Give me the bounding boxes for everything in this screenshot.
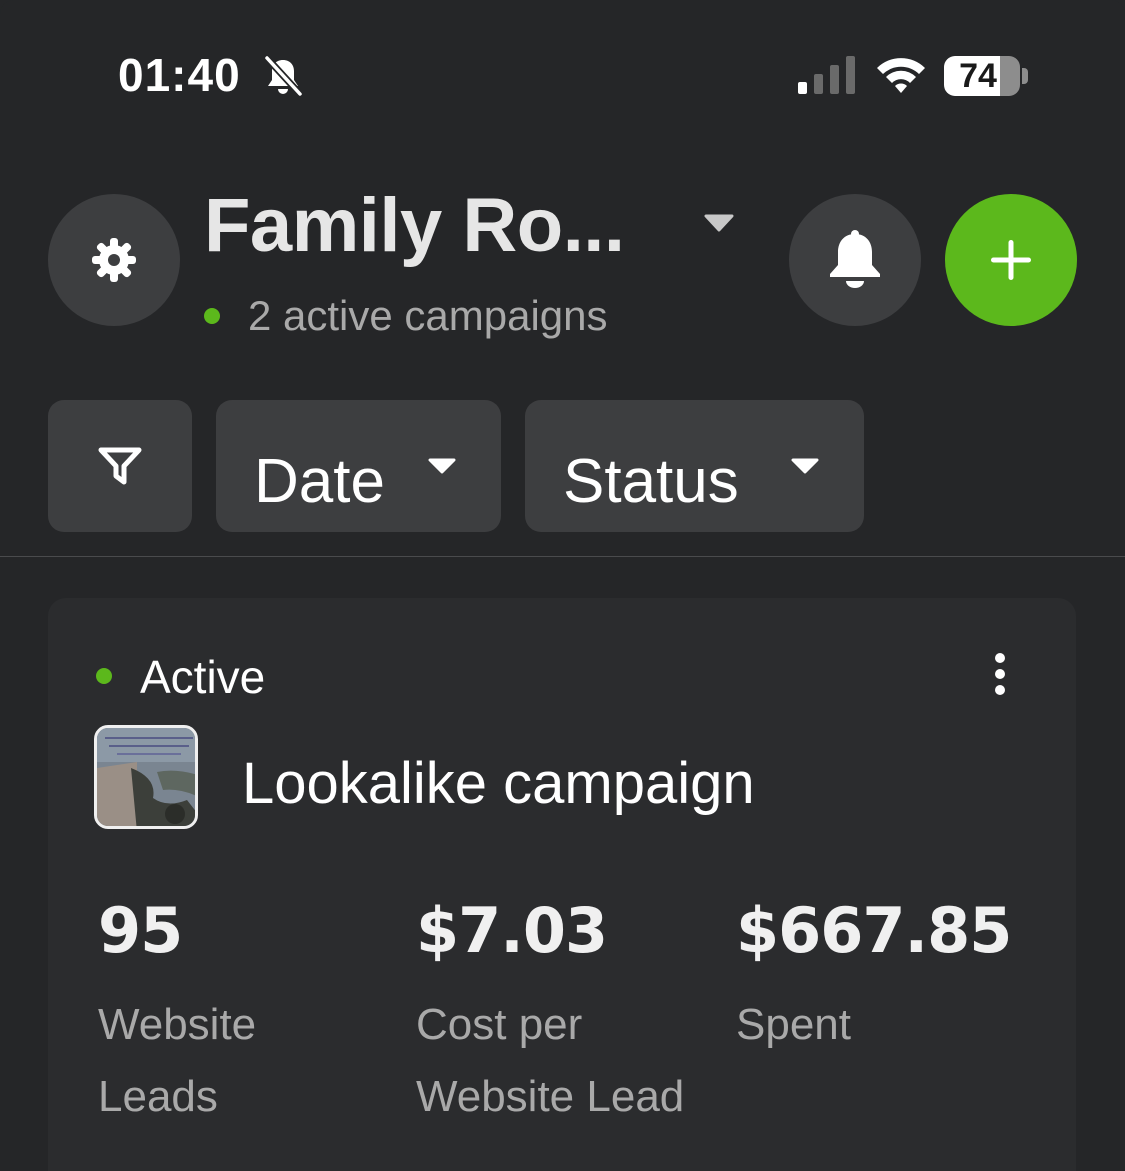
campaign-image: [97, 728, 195, 826]
metric-label-line: Website: [98, 1000, 257, 1049]
campaign-status: Active: [140, 651, 266, 703]
battery-icon: 74: [944, 56, 1020, 96]
add-campaign-button[interactable]: [945, 194, 1077, 326]
metric-label: Website Leads: [98, 989, 256, 1133]
status-filter-label: Status: [563, 447, 739, 516]
cellular-signal-icon: [798, 56, 855, 94]
battery-level-text: 74: [959, 57, 997, 95]
campaign-name[interactable]: Lookalike campaign: [242, 750, 755, 817]
settings-button[interactable]: [48, 194, 180, 326]
metric-spent: $667.85 Spent: [736, 894, 1012, 1061]
account-title[interactable]: Family Ro...: [204, 182, 625, 269]
more-vertical-icon[interactable]: [988, 652, 1012, 696]
metric-value: 95: [98, 894, 183, 967]
notifications-button[interactable]: [789, 194, 921, 326]
caret-down-icon: [428, 458, 456, 474]
plus-icon: [991, 240, 1031, 280]
metric-label: Spent: [736, 989, 1011, 1061]
metric-label-line: Spent: [736, 1000, 851, 1049]
date-filter-dropdown[interactable]: Date: [216, 400, 501, 532]
caret-down-icon: [791, 458, 819, 474]
wifi-icon: [877, 58, 925, 93]
status-time: 01:40: [118, 49, 241, 101]
metric-label: Cost per Website Lead: [416, 989, 684, 1133]
bell-slash-icon: [264, 55, 303, 97]
metric-website-leads: 95 Website Leads: [98, 894, 256, 1133]
campaign-thumbnail: [94, 725, 198, 829]
active-campaigns-count: 2 active campaigns: [248, 292, 608, 339]
metric-cost-per-lead: $7.03 Cost per Website Lead: [416, 894, 684, 1133]
app-screen: 01:40 74 Family Ro... 2 active campaigns…: [0, 0, 1125, 1171]
battery-tip: [1022, 68, 1028, 84]
metric-label-line: Leads: [98, 1072, 218, 1121]
metric-label-line: Cost per: [416, 1000, 583, 1049]
metric-value: $7.03: [416, 894, 608, 967]
filter-button[interactable]: [48, 400, 192, 532]
metric-label-line: Website Lead: [416, 1072, 685, 1121]
active-status-dot: [204, 308, 220, 324]
active-status-dot: [96, 668, 112, 684]
funnel-icon: [98, 447, 142, 485]
header-divider: [0, 556, 1125, 557]
bell-icon: [830, 230, 880, 288]
status-filter-dropdown[interactable]: Status: [525, 400, 864, 532]
campaign-card[interactable]: Active Lookalike campaign 95 Website Lea…: [48, 598, 1076, 1171]
metric-value: $667.85: [736, 894, 1012, 967]
caret-down-icon[interactable]: [704, 213, 734, 233]
date-filter-label: Date: [254, 447, 385, 516]
status-bar: 01:40 74: [0, 0, 1125, 150]
gear-icon: [92, 238, 136, 282]
